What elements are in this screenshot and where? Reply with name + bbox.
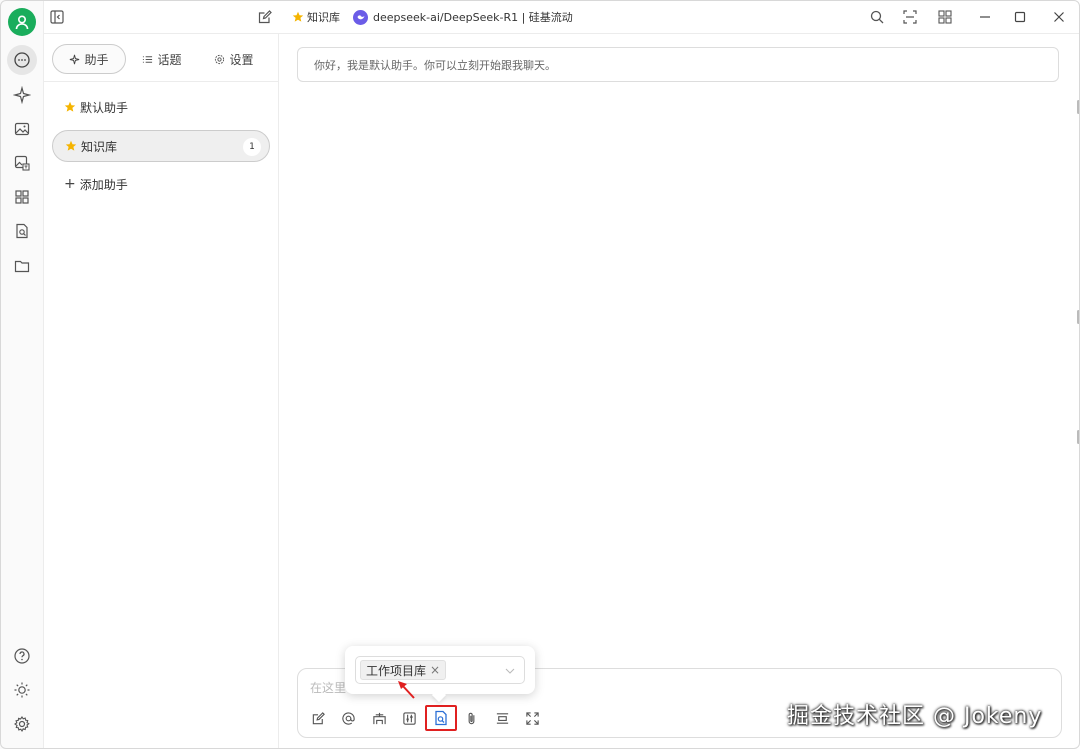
translate-icon[interactable]	[369, 708, 389, 728]
clear-icon[interactable]	[492, 708, 512, 728]
tab-assistants[interactable]: 助手	[52, 44, 126, 74]
annotation-arrow	[398, 681, 415, 699]
fullscreen-icon[interactable]	[899, 7, 921, 27]
sidebar-tabs: 助手 话题 设置	[52, 44, 270, 74]
greeting-message: 你好，我是默认助手。你可以立刻开始跟我聊天。	[297, 47, 1059, 82]
settings-adjust-icon[interactable]	[399, 708, 419, 728]
new-topic-icon[interactable]	[308, 708, 328, 728]
attach-icon[interactable]	[461, 708, 481, 728]
chevron-down-icon	[505, 668, 515, 674]
image-icon[interactable]	[6, 114, 38, 144]
assistant-sidebar: 助手 话题 设置 默认助手 知识库 1 + 添加助手	[44, 34, 279, 749]
plus-icon: +	[64, 176, 76, 192]
expand-icon[interactable]	[522, 708, 542, 728]
star-icon	[64, 101, 76, 112]
kb-tag-label: 工作项目库	[366, 663, 427, 678]
knowledge-base-icon[interactable]	[431, 708, 451, 728]
assistant-item-kb[interactable]: 知识库 1	[52, 130, 270, 162]
knowledge-base-popup: 工作项目库 ×	[345, 646, 535, 703]
user-icon	[15, 15, 29, 30]
divider	[44, 81, 279, 82]
star-icon	[292, 11, 304, 22]
doc-search-icon[interactable]	[6, 216, 38, 246]
watermark: 掘金技术社区 @ Jokeny	[787, 704, 1043, 729]
image-translate-icon[interactable]	[6, 148, 38, 178]
add-assistant-button[interactable]: + 添加助手	[52, 168, 270, 200]
kb-tag-close-icon[interactable]: ×	[430, 663, 440, 677]
assistant-label: 知识库	[81, 139, 118, 154]
model-label: deepseek-ai/DeepSeek-R1 | 硅基流动	[373, 11, 573, 24]
close-icon[interactable]	[1048, 7, 1070, 27]
maximize-icon[interactable]	[1009, 7, 1031, 27]
layout-icon[interactable]	[934, 7, 956, 27]
folder-icon[interactable]	[6, 251, 38, 281]
settings-icon[interactable]	[6, 709, 38, 739]
star-icon	[65, 140, 77, 151]
current-assistant-tab[interactable]: 知识库	[292, 9, 340, 25]
kb-tag: 工作项目库 ×	[360, 660, 447, 680]
model-logo-icon	[353, 9, 368, 25]
search-icon[interactable]	[866, 7, 888, 27]
assistant-label: 默认助手	[80, 100, 129, 115]
gear-icon	[215, 54, 225, 64]
theme-icon[interactable]	[6, 675, 38, 705]
edit-icon[interactable]	[254, 7, 276, 27]
topic-count-badge: 1	[243, 138, 261, 156]
chat-input-placeholder[interactable]: 在这里	[310, 679, 346, 696]
minimize-icon[interactable]	[974, 7, 996, 27]
knowledge-base-select[interactable]: 工作项目库 ×	[355, 656, 525, 684]
sidebar-toggle-icon[interactable]	[46, 7, 68, 27]
list-icon	[143, 55, 153, 63]
sparkle-icon[interactable]	[6, 80, 38, 110]
tab-topics[interactable]: 话题	[126, 44, 198, 74]
sparkle-icon	[70, 54, 80, 64]
model-selector[interactable]: deepseek-ai/DeepSeek-R1 | 硅基流动	[353, 9, 573, 25]
help-icon[interactable]	[6, 641, 38, 671]
chat-icon[interactable]	[7, 45, 37, 75]
avatar[interactable]	[8, 8, 36, 36]
add-assistant-label: 添加助手	[79, 177, 128, 192]
title-bar: 知识库 deepseek-ai/DeepSeek-R1 | 硅基流动	[44, 0, 1080, 34]
tab-settings[interactable]: 设置	[198, 44, 270, 74]
mention-icon[interactable]	[338, 708, 358, 728]
apps-icon[interactable]	[6, 182, 38, 212]
left-rail	[0, 0, 44, 749]
assistant-item-default[interactable]: 默认助手	[52, 91, 270, 123]
current-assistant-label: 知识库	[307, 11, 340, 24]
